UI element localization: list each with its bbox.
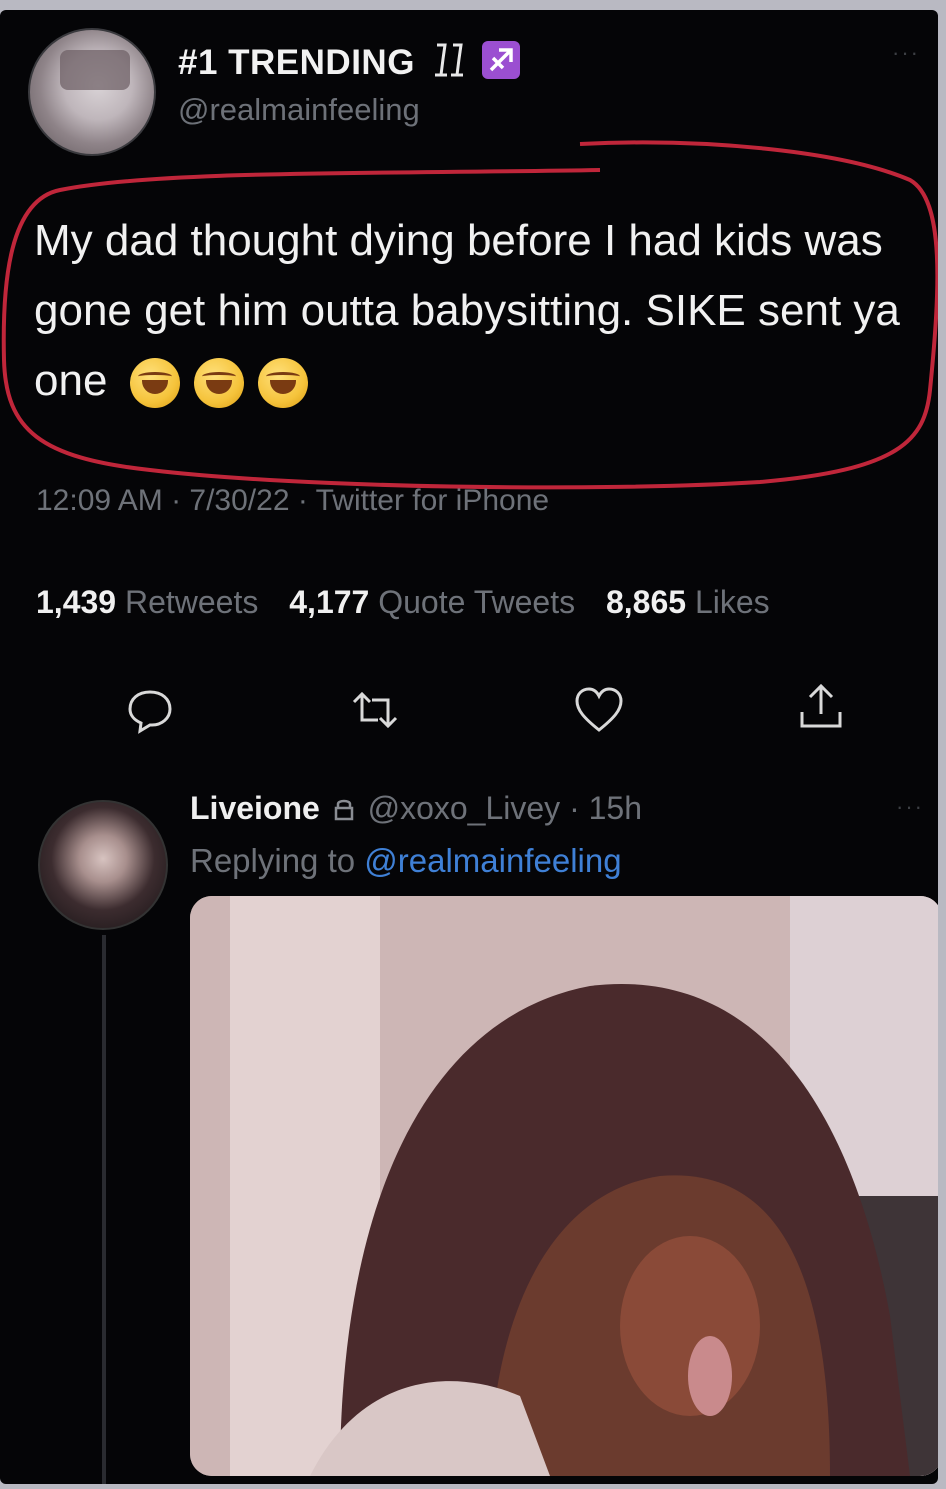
reply-media-image[interactable] <box>190 896 938 1476</box>
champagne-icon <box>431 41 467 88</box>
tweet-timestamp[interactable]: 12:09 AM · 7/30/22 · Twitter for iPhone <box>36 484 549 518</box>
sagittarius-icon <box>481 40 521 89</box>
quotes-label: Quote Tweets <box>378 584 576 620</box>
reply-author-avatar[interactable] <box>38 800 168 930</box>
likes-label: Likes <box>694 584 770 620</box>
reply-header: Liveione @xoxo_Livey · 15h <box>190 790 642 829</box>
thread-line <box>102 935 106 1484</box>
reply-icon[interactable] <box>126 686 174 734</box>
display-name-text: #1 TRENDING <box>178 42 415 82</box>
replying-to-mention[interactable]: @realmainfeeling <box>364 842 621 879</box>
emoji-group <box>129 358 308 409</box>
retweets-stat[interactable]: 1,439 Retweets <box>36 584 258 620</box>
quotes-count: 4,177 <box>289 584 370 620</box>
tweet-text: My dad thought dying before I had kids w… <box>34 206 934 416</box>
reply-more-button[interactable]: ··· <box>896 794 924 820</box>
retweets-label: Retweets <box>124 584 259 620</box>
reply-handle-time[interactable]: @xoxo_Livey · 15h <box>368 790 642 826</box>
tweet-more-button[interactable]: ··· <box>892 40 920 66</box>
reply-display-name[interactable]: Liveione <box>190 790 320 826</box>
rolling-on-floor-laughing-emoji-icon <box>257 358 308 409</box>
reaction-photo <box>190 896 938 1476</box>
author-handle[interactable]: @realmainfeeling <box>178 92 420 128</box>
likes-count: 8,865 <box>605 584 687 620</box>
rolling-on-floor-laughing-emoji-icon <box>129 358 180 409</box>
quotes-stat[interactable]: 4,177 Quote Tweets <box>289 584 575 620</box>
likes-stat[interactable]: 8,865 Likes <box>606 584 770 620</box>
retweets-count: 1,439 <box>36 584 117 620</box>
twitter-screen: #1 TRENDING @realmainfeeling ··· My dad … <box>0 10 938 1484</box>
tweet-stats: 1,439 Retweets 4,177 Quote Tweets 8,865 … <box>36 584 770 621</box>
like-icon[interactable] <box>574 686 624 734</box>
author-display-name[interactable]: #1 TRENDING <box>178 40 521 89</box>
share-icon[interactable] <box>796 682 846 732</box>
replying-to-prefix: Replying to <box>190 842 356 879</box>
retweet-icon[interactable] <box>348 686 402 734</box>
rolling-on-floor-laughing-emoji-icon <box>193 358 244 409</box>
lock-icon <box>333 792 355 829</box>
replying-to: Replying to @realmainfeeling <box>190 842 622 880</box>
